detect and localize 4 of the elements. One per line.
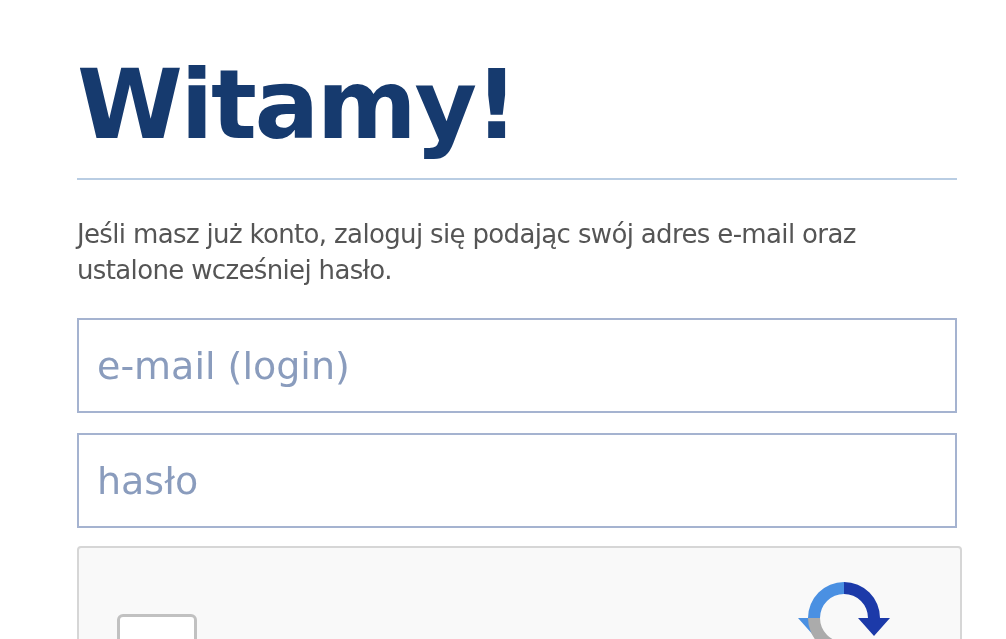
welcome-heading: Witamy! (77, 50, 517, 160)
password-field[interactable]: hasło (77, 433, 957, 528)
login-instructions: Jeśli masz już konto, zaloguj się podając swój adres e-mail oraz ustalone wcześniej hasło. (77, 218, 857, 287)
email-field[interactable]: e-mail (login) (77, 318, 957, 413)
